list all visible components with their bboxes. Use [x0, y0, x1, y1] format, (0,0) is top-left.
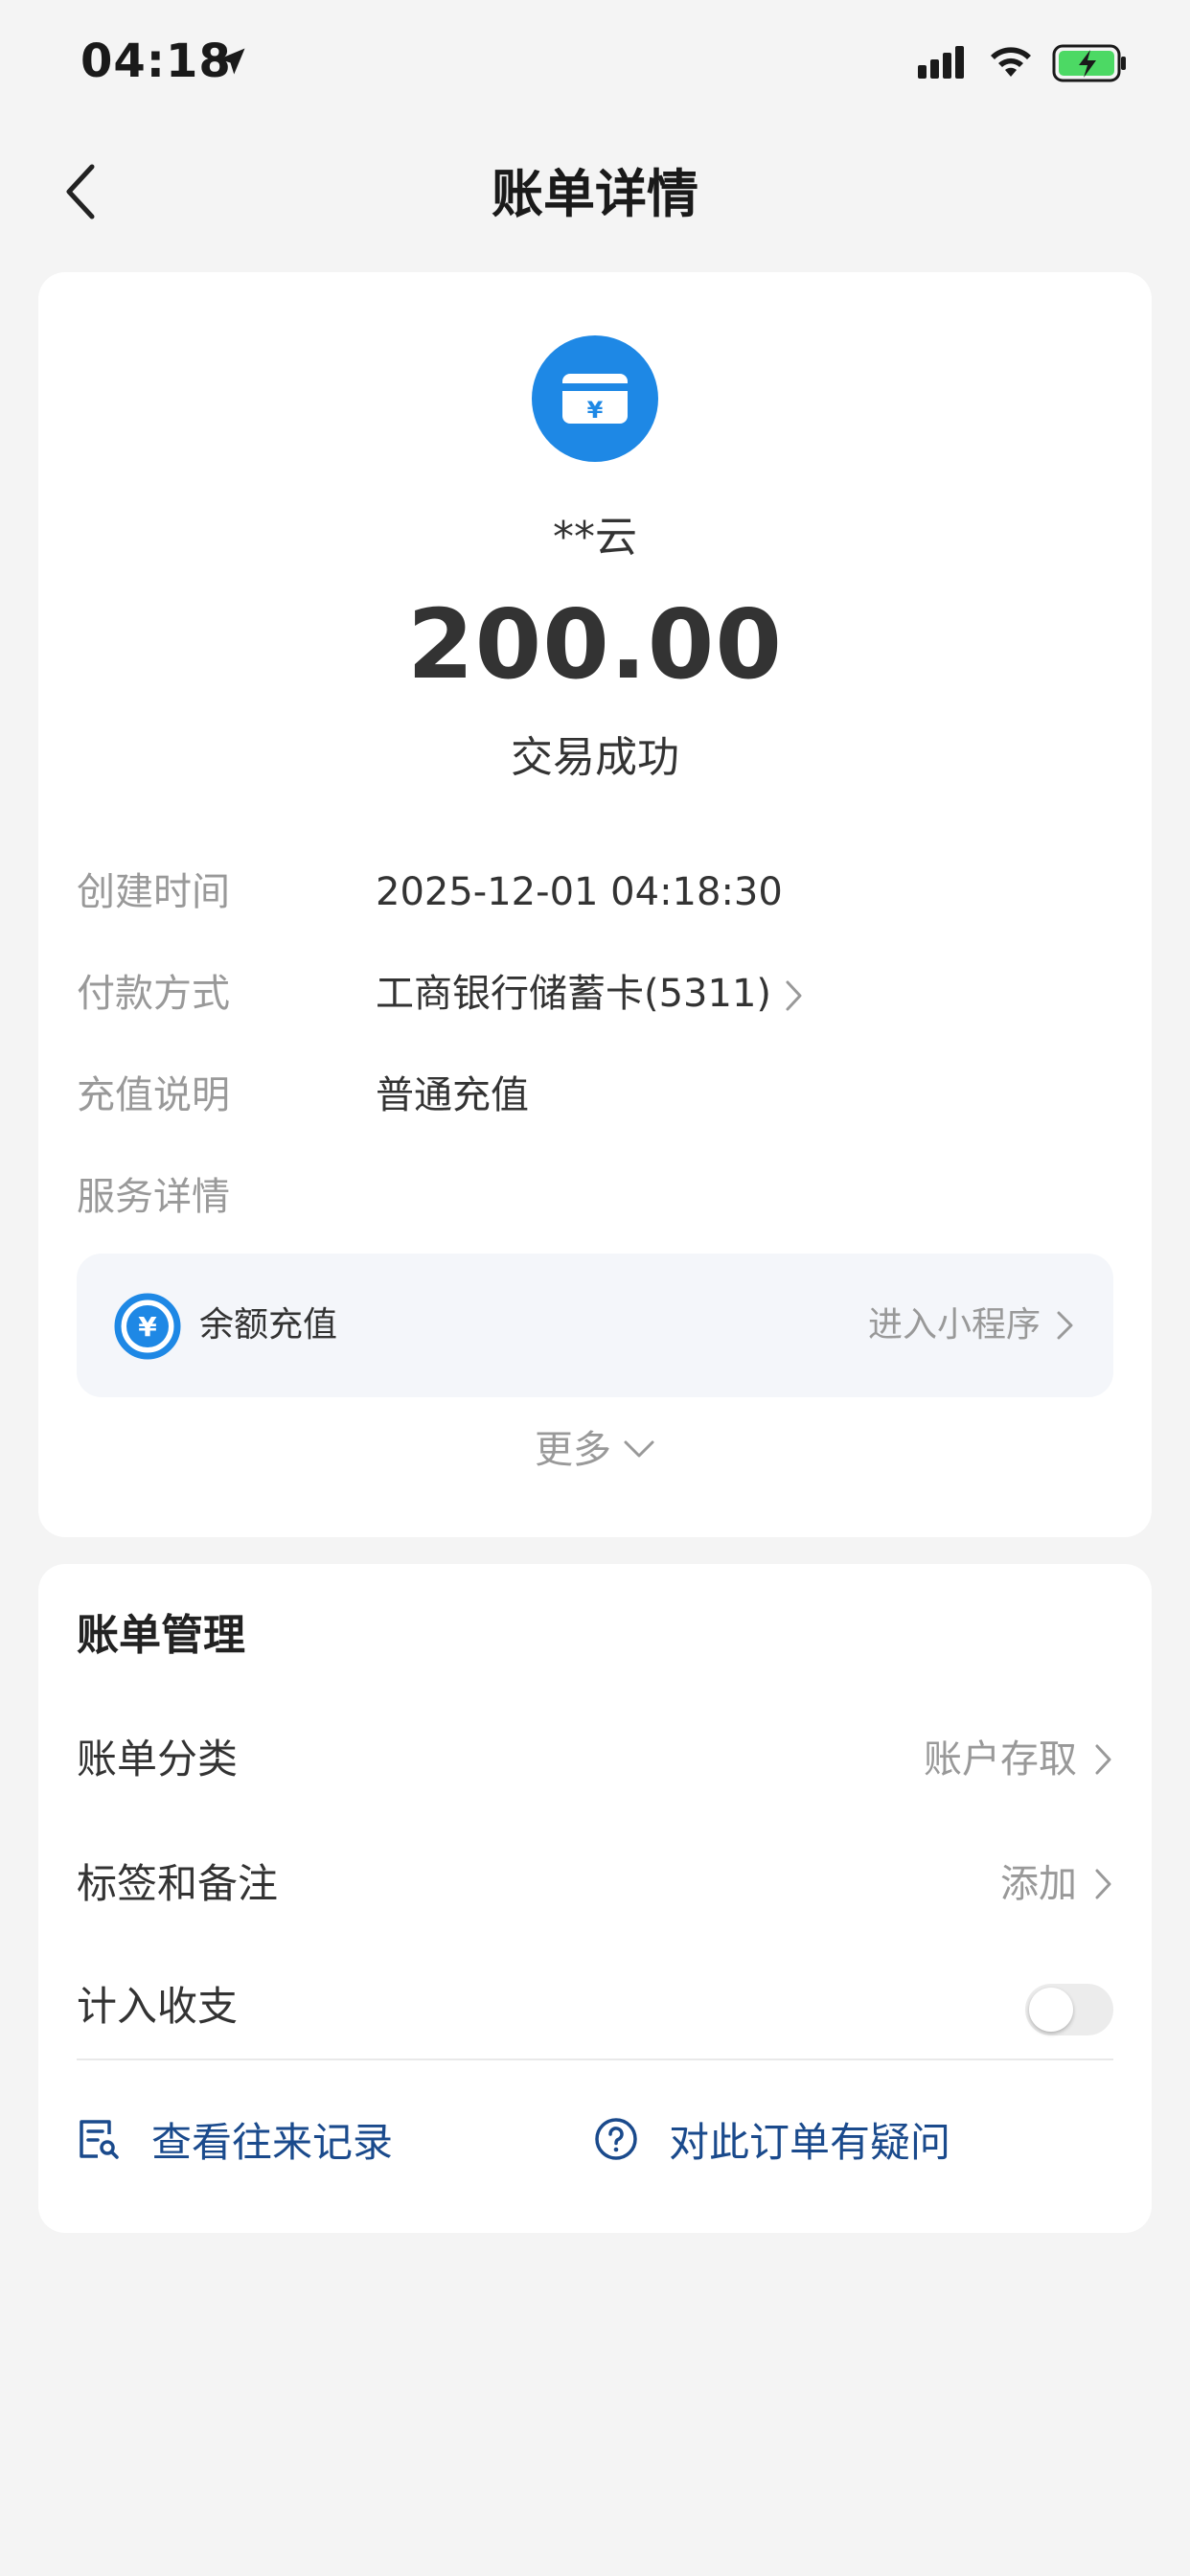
section-title: 账单管理	[77, 1611, 245, 1660]
count-income-expense-label: 计入收支	[77, 1983, 239, 2030]
merchant-avatar: ¥	[532, 335, 658, 462]
bill-category-value-wrap: 账户存取	[924, 1712, 1113, 1807]
service-link-label: 进入小程序	[867, 1305, 1041, 1345]
location-arrow-icon	[218, 48, 245, 75]
record-search-icon	[80, 2120, 119, 2159]
wallet-yuan-icon: ¥	[562, 374, 628, 424]
status-time: 04:18	[80, 34, 232, 88]
detail-value: 2025-12-01 04:18:30	[376, 870, 783, 914]
transaction-status: 交易成功	[511, 733, 679, 782]
chevron-right-icon	[1095, 1744, 1111, 1775]
toggle-knob	[1029, 1988, 1073, 2032]
count-income-expense-row: 计入收支	[77, 1959, 1113, 2055]
detail-label: 服务详情	[77, 1175, 230, 1219]
open-mini-program-link[interactable]: 进入小程序	[868, 1254, 1075, 1397]
detail-label: 创建时间	[77, 870, 230, 914]
payment-method-value[interactable]: 工商银行储蓄卡(5311)	[376, 972, 771, 1016]
chevron-right-icon	[1095, 1869, 1111, 1899]
tags-notes-row[interactable]: 标签和备注 添加	[77, 1836, 1113, 1932]
detail-row-service-details: 服务详情	[77, 1163, 1113, 1230]
count-income-expense-toggle[interactable]	[1025, 1984, 1113, 2036]
detail-label: 付款方式	[77, 972, 230, 1016]
payment-method-wrap: 工商银行储蓄卡(5311)	[376, 960, 804, 1027]
battery-charging-icon	[1052, 44, 1126, 82]
detail-row-payment-method[interactable]: 付款方式 工商银行储蓄卡(5311)	[77, 960, 1113, 1027]
bill-management-card: 账单管理 账单分类 账户存取 标签和备注 添加 计入收支 查看往来记录 对此订单…	[38, 1564, 1152, 2233]
detail-row-recharge-note: 充值说明 普通充值	[77, 1062, 1113, 1129]
page-title: 账单详情	[492, 164, 698, 224]
merchant-name: **云	[553, 513, 637, 562]
status-bar: 04:18	[0, 0, 1190, 128]
bill-category-label: 账单分类	[77, 1736, 239, 1782]
question-circle-icon	[595, 2118, 637, 2160]
service-item[interactable]: ¥ 余额充值 进入小程序	[77, 1254, 1113, 1397]
detail-row-created-time: 创建时间 2025-12-01 04:18:30	[77, 859, 1113, 926]
order-question-link[interactable]: 对此订单有疑问	[594, 2101, 950, 2177]
tags-notes-value-wrap: 添加	[1000, 1836, 1113, 1932]
yuan-circle-icon: ¥	[114, 1293, 181, 1360]
tags-notes-value: 添加	[1000, 1862, 1077, 1906]
transaction-amount: 200.00	[407, 588, 783, 701]
bill-category-value: 账户存取	[924, 1737, 1077, 1782]
detail-value: 普通充值	[376, 1073, 529, 1117]
view-records-label: 查看往来记录	[151, 2118, 394, 2166]
chevron-right-icon	[786, 980, 802, 1011]
view-records-link[interactable]: 查看往来记录	[77, 2101, 393, 2177]
service-label: 余额充值	[199, 1305, 338, 1345]
order-question-label: 对此订单有疑问	[669, 2118, 951, 2166]
more-label: 更多	[535, 1428, 611, 1472]
svg-text:¥: ¥	[587, 397, 604, 424]
divider	[77, 2058, 1113, 2060]
more-button[interactable]: 更多	[38, 1418, 1152, 1474]
tags-notes-label: 标签和备注	[77, 1860, 279, 1907]
signal-icon	[918, 46, 964, 79]
chevron-down-icon	[624, 1440, 654, 1458]
detail-label: 充值说明	[77, 1073, 230, 1117]
bill-category-row[interactable]: 账单分类 账户存取	[77, 1712, 1113, 1807]
transaction-card: ¥ **云 200.00 交易成功 创建时间 2025-12-01 04:18:…	[38, 272, 1152, 1537]
wifi-icon	[991, 47, 1031, 77]
chevron-right-icon	[1057, 1311, 1073, 1340]
svg-text:¥: ¥	[138, 1311, 157, 1343]
